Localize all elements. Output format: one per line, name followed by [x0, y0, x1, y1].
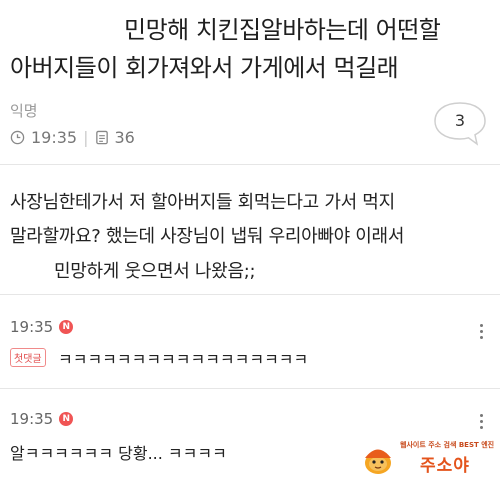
post-time: 19:35	[31, 128, 78, 147]
divider	[0, 294, 500, 295]
first-comment-badge: 첫댓글	[10, 348, 46, 367]
watermark-brand: 주소야	[420, 456, 470, 476]
clock-icon	[10, 130, 25, 145]
post-views: 36	[114, 128, 135, 147]
new-badge: N	[59, 412, 74, 426]
comment-time-row: 19:35 N	[10, 318, 74, 336]
mascot-icon	[365, 449, 391, 474]
watermark-tagline: 웹사이트 주소 검색 BEST 엔진	[400, 441, 495, 449]
post-title-line-2: 아버지들이 회가져와서 가게에서 먹길래	[10, 54, 399, 82]
post-title-line-1: 민망해 치킨집알바하는데 어떤할	[124, 16, 441, 44]
post-body-line-2: 말라할까요? 했는데 사장님이 냅둬 우리아빠야 이래서	[10, 226, 405, 247]
post-meta: 19:35 | 36	[10, 128, 135, 147]
comment-time-row: 19:35 N	[10, 410, 74, 428]
new-badge: N	[59, 320, 74, 334]
comment-count: 3	[454, 111, 466, 130]
comment-more-button[interactable]	[474, 414, 488, 429]
post-body-line-3: 민망하게 웃으면서 나왔음;;	[54, 261, 256, 282]
comment-more-button[interactable]	[474, 324, 488, 339]
comment-count-bubble[interactable]: 3	[432, 100, 488, 146]
views-icon	[95, 130, 109, 145]
post-body-line-1: 사장님한테가서 저 할아버지들 회먹는다고 가서 먹지	[10, 192, 395, 213]
divider	[0, 164, 500, 165]
comment-time: 19:35	[10, 410, 54, 428]
comment-text: ㅋㅋㅋㅋㅋㅋㅋㅋㅋㅋㅋㅋㅋㅋㅋㅋㅋ	[58, 350, 309, 369]
post-author: 익명	[10, 102, 38, 120]
separator: |	[83, 128, 89, 147]
divider	[0, 388, 500, 389]
comment-time: 19:35	[10, 318, 54, 336]
comment-text: 알ㅋㅋㅋㅋㅋㅋ 당황... ㅋㅋㅋㅋ	[10, 444, 227, 463]
